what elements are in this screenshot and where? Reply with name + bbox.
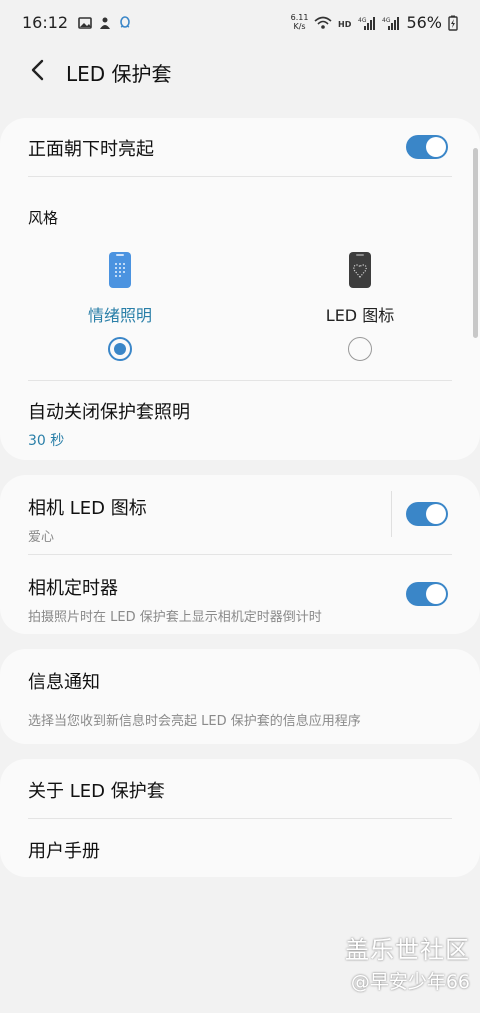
camera-settings-card: 相机 LED 图标 爱心 相机定时器 拍摄照片时在 LED 保护套上显示相机定时… xyxy=(0,475,480,634)
user-manual-row[interactable]: 用户手册 xyxy=(28,837,452,863)
battery-charging-icon xyxy=(448,15,458,31)
back-button[interactable] xyxy=(26,59,50,85)
mood-lighting-phone-icon xyxy=(109,252,131,288)
camera-timer-desc: 拍摄照片时在 LED 保护套上显示相机定时器倒计时 xyxy=(28,610,322,625)
user-manual-label: 用户手册 xyxy=(28,841,100,862)
status-bar: 16:12 6.11 K/s HD 4G 4G 56% xyxy=(0,0,480,44)
auto-off-value: 30 秒 xyxy=(28,433,65,449)
svg-text:HD: HD xyxy=(338,20,352,29)
page-title: LED 保护套 xyxy=(66,61,172,86)
signal-4g-icon: 4G xyxy=(382,15,400,30)
vertical-separator xyxy=(391,491,392,537)
about-card: 关于 LED 保护套 用户手册 xyxy=(0,759,480,877)
status-time: 16:12 xyxy=(22,12,69,32)
face-down-label: 正面朝下时亮起 xyxy=(28,139,154,160)
led-icon-phone-icon xyxy=(349,252,371,288)
signal-4g-icon: 4G xyxy=(358,15,376,30)
camera-led-icon-toggle[interactable] xyxy=(406,502,448,526)
about-row[interactable]: 关于 LED 保护套 xyxy=(28,777,452,803)
watermark: 盖乐世社区 @早安少年66 xyxy=(345,930,470,994)
message-notification-desc: 选择当您收到新信息时会亮起 LED 保护套的信息应用程序 xyxy=(28,714,361,729)
led-icon-radio[interactable] xyxy=(348,337,372,361)
qq-icon xyxy=(118,15,132,29)
scrollbar[interactable] xyxy=(473,148,478,338)
watermark-line1: 盖乐世社区 xyxy=(345,936,470,964)
style-header: 风格 xyxy=(28,207,452,228)
style-option-mood-lighting[interactable]: 情绪照明 xyxy=(50,252,190,326)
camera-timer-label: 相机定时器 xyxy=(28,578,118,599)
svg-text:4G: 4G xyxy=(358,17,367,24)
toggle-knob xyxy=(426,504,446,524)
app-bar: LED 保护套 xyxy=(0,44,480,100)
net-speed: 6.11 K/s xyxy=(291,13,309,31)
led-icon-label: LED 图标 xyxy=(325,306,395,325)
status-left: 16:12 xyxy=(22,13,132,32)
notification-card: 信息通知 选择当您收到新信息时会亮起 LED 保护套的信息应用程序 xyxy=(0,649,480,744)
about-label: 关于 LED 保护套 xyxy=(28,781,165,802)
led-settings-card: 正面朝下时亮起 风格 情绪照明 LED 图标 自动关闭保护套照明 30 秒 xyxy=(0,118,480,460)
camera-timer-row[interactable]: 相机定时器 拍摄照片时在 LED 保护套上显示相机定时器倒计时 xyxy=(28,574,398,625)
style-label: 风格 xyxy=(28,209,59,227)
auto-off-row[interactable]: 自动关闭保护套照明 30 秒 xyxy=(28,398,452,450)
battery-percent: 56% xyxy=(406,12,442,32)
camera-led-icon-row[interactable]: 相机 LED 图标 爱心 xyxy=(28,494,378,545)
back-arrow-icon xyxy=(30,59,46,85)
auto-off-label: 自动关闭保护套照明 xyxy=(28,402,190,423)
mood-lighting-radio[interactable] xyxy=(108,337,132,361)
divider xyxy=(28,554,452,555)
face-down-row[interactable]: 正面朝下时亮起 xyxy=(28,135,452,161)
wifi-icon xyxy=(314,15,332,29)
camera-timer-toggle[interactable] xyxy=(406,582,448,606)
toggle-knob xyxy=(426,584,446,604)
face-down-toggle[interactable] xyxy=(406,135,448,159)
status-right: 6.11 K/s HD 4G 4G 56% xyxy=(291,13,458,32)
net-speed-value: 6.11 xyxy=(290,13,309,22)
message-notification-row[interactable]: 信息通知 选择当您收到新信息时会亮起 LED 保护套的信息应用程序 xyxy=(28,668,452,729)
camera-led-icon-value: 爱心 xyxy=(28,530,55,545)
gallery-icon xyxy=(78,15,92,29)
toggle-knob xyxy=(426,137,446,157)
hd-icon: HD xyxy=(338,15,352,29)
divider xyxy=(28,176,452,177)
svg-text:4G: 4G xyxy=(382,17,391,24)
watermark-line2: @早安少年66 xyxy=(350,971,470,993)
game-icon xyxy=(98,15,112,29)
divider xyxy=(28,380,452,381)
style-option-led-icon[interactable]: LED 图标 xyxy=(290,252,430,326)
message-notification-label: 信息通知 xyxy=(28,672,100,693)
net-speed-unit: K/s xyxy=(293,22,306,31)
camera-led-icon-label: 相机 LED 图标 xyxy=(28,498,147,519)
mood-lighting-label: 情绪照明 xyxy=(87,306,152,325)
divider xyxy=(28,818,452,819)
